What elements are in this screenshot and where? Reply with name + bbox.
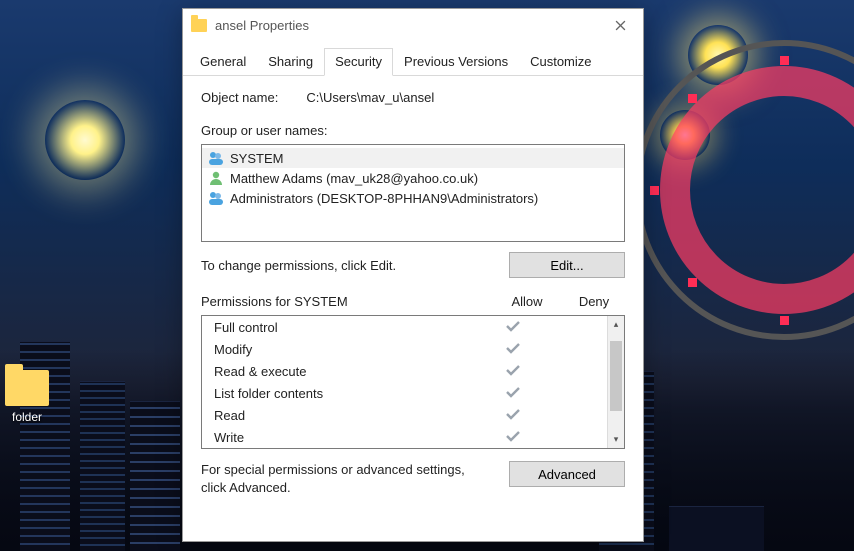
desktop-folder-label: folder [0,410,54,424]
permission-name: Full control [214,320,477,335]
tab-customize[interactable]: Customize [519,48,602,76]
permission-row: Write [202,426,607,448]
permissions-listbox: Full control Modify Read & execute List … [201,315,625,449]
close-icon [615,20,626,31]
scroll-down-button[interactable]: ▾ [608,431,624,448]
folder-icon [191,19,207,32]
allow-check [477,430,549,445]
scroll-up-button[interactable]: ▴ [608,316,624,333]
permission-row: Full control [202,316,607,338]
permission-row: Read [202,404,607,426]
tab-security[interactable]: Security [324,48,393,76]
allow-column-header: Allow [491,294,563,309]
permission-name: List folder contents [214,386,477,401]
allow-check [477,364,549,379]
object-name-value: C:\Users\mav_u\ansel [306,90,434,105]
list-item[interactable]: Matthew Adams (mav_uk28@yahoo.co.uk) [202,168,624,188]
deny-column-header: Deny [563,294,625,309]
folder-icon [5,370,49,406]
tab-strip: General Sharing Security Previous Versio… [183,41,643,76]
edit-button[interactable]: Edit... [509,252,625,278]
desktop-folder-icon[interactable]: folder [0,370,54,424]
permission-row: Modify [202,338,607,360]
allow-check [477,408,549,423]
permission-name: Write [214,430,477,445]
group-icon [208,190,224,206]
tab-sharing[interactable]: Sharing [257,48,324,76]
properties-dialog: ansel Properties General Sharing Securit… [182,8,644,542]
advanced-button[interactable]: Advanced [509,461,625,487]
window-title: ansel Properties [215,18,597,33]
scrollbar[interactable]: ▴ ▾ [607,316,624,448]
list-item-label: Administrators (DESKTOP-8PHHAN9\Administ… [230,191,538,206]
permissions-header-label: Permissions for SYSTEM [201,294,491,309]
tab-previous-versions[interactable]: Previous Versions [393,48,519,76]
allow-check [477,320,549,335]
permission-name: Read [214,408,477,423]
group-icon [208,150,224,166]
tab-general[interactable]: General [189,48,257,76]
permission-row: Read & execute [202,360,607,382]
security-tab-panel: Object name: C:\Users\mav_u\ansel Group … [183,76,643,541]
list-item[interactable]: Administrators (DESKTOP-8PHHAN9\Administ… [202,188,624,208]
allow-check [477,342,549,357]
permission-row: List folder contents [202,382,607,404]
list-item-label: Matthew Adams (mav_uk28@yahoo.co.uk) [230,171,478,186]
user-icon [208,170,224,186]
edit-hint-text: To change permissions, click Edit. [201,258,396,273]
object-name-label: Object name: [201,90,278,105]
scroll-thumb[interactable] [610,341,622,411]
group-user-listbox[interactable]: SYSTEM Matthew Adams (mav_uk28@yahoo.co.… [201,144,625,242]
permissions-scroll-area[interactable]: Full control Modify Read & execute List … [202,316,607,448]
titlebar[interactable]: ansel Properties [183,9,643,41]
list-item[interactable]: SYSTEM [202,148,624,168]
close-button[interactable] [597,9,643,41]
permission-name: Modify [214,342,477,357]
list-item-label: SYSTEM [230,151,283,166]
scroll-track[interactable] [608,333,624,431]
permission-name: Read & execute [214,364,477,379]
allow-check [477,386,549,401]
advanced-hint-text: For special permissions or advanced sett… [201,461,489,496]
group-user-label: Group or user names: [201,123,625,138]
